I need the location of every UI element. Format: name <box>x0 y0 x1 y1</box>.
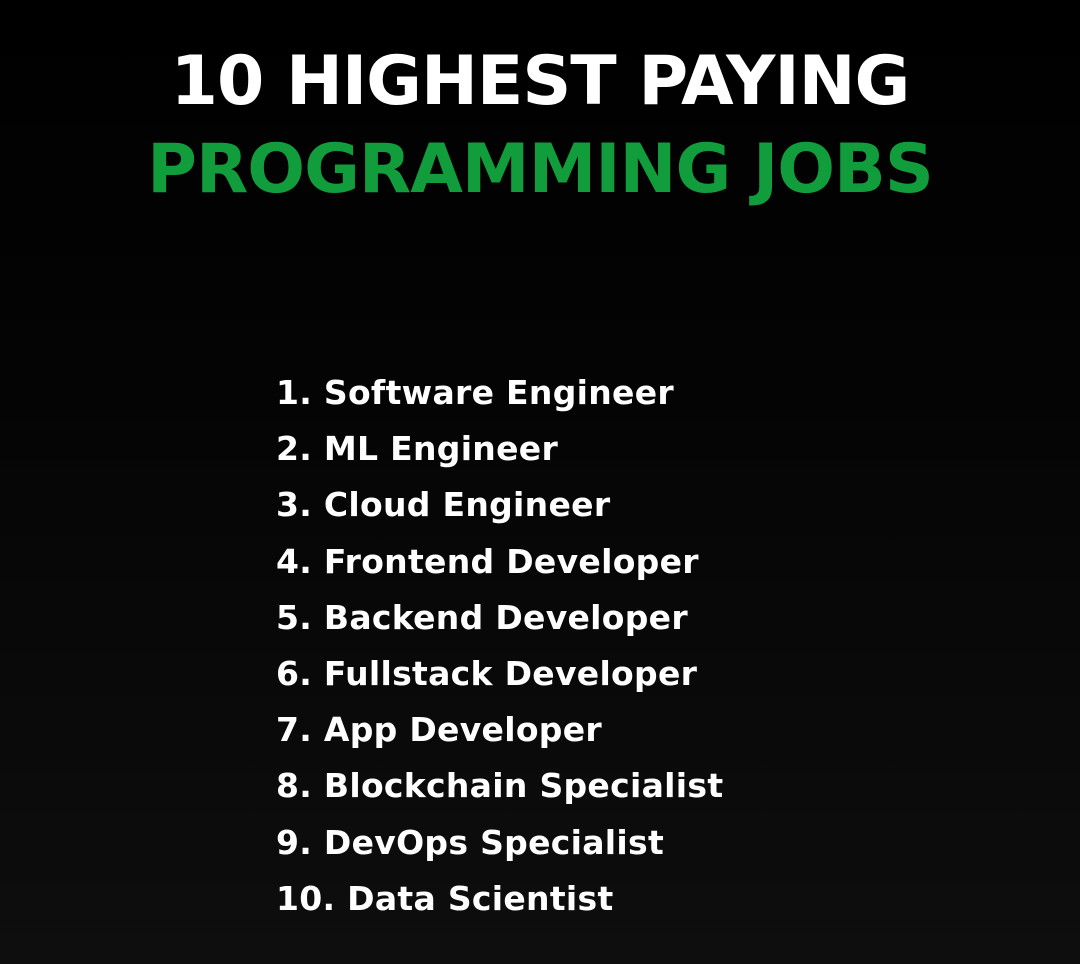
job-item-app-developer: 7. App Developer <box>276 710 602 750</box>
job-item-devops-specialist: 9. DevOps Specialist <box>276 822 665 862</box>
job-item-frontend-developer: 4. Frontend Developer <box>276 541 699 581</box>
title-line-1: 10 HIGHEST PAYING <box>170 42 911 121</box>
title-block: 10 HIGHEST PAYING PROGRAMMING JOBS <box>0 38 1080 214</box>
job-item-blockchain-specialist: 8. Blockchain Specialist <box>276 766 724 806</box>
job-item-data-scientist: 10. Data Scientist <box>276 878 614 918</box>
title-line-2: PROGRAMMING JOBS <box>147 130 934 209</box>
job-list: 1. Software Engineer 2. ML Engineer 3. C… <box>276 365 723 927</box>
job-item-software-engineer: 1. Software Engineer <box>276 373 674 412</box>
job-item-ml-engineer: 2. ML Engineer <box>276 429 559 469</box>
job-item-fullstack-developer: 6. Fullstack Developer <box>276 654 698 694</box>
job-item-cloud-engineer: 3. Cloud Engineer <box>276 485 611 525</box>
job-item-backend-developer: 5. Backend Developer <box>276 597 688 637</box>
